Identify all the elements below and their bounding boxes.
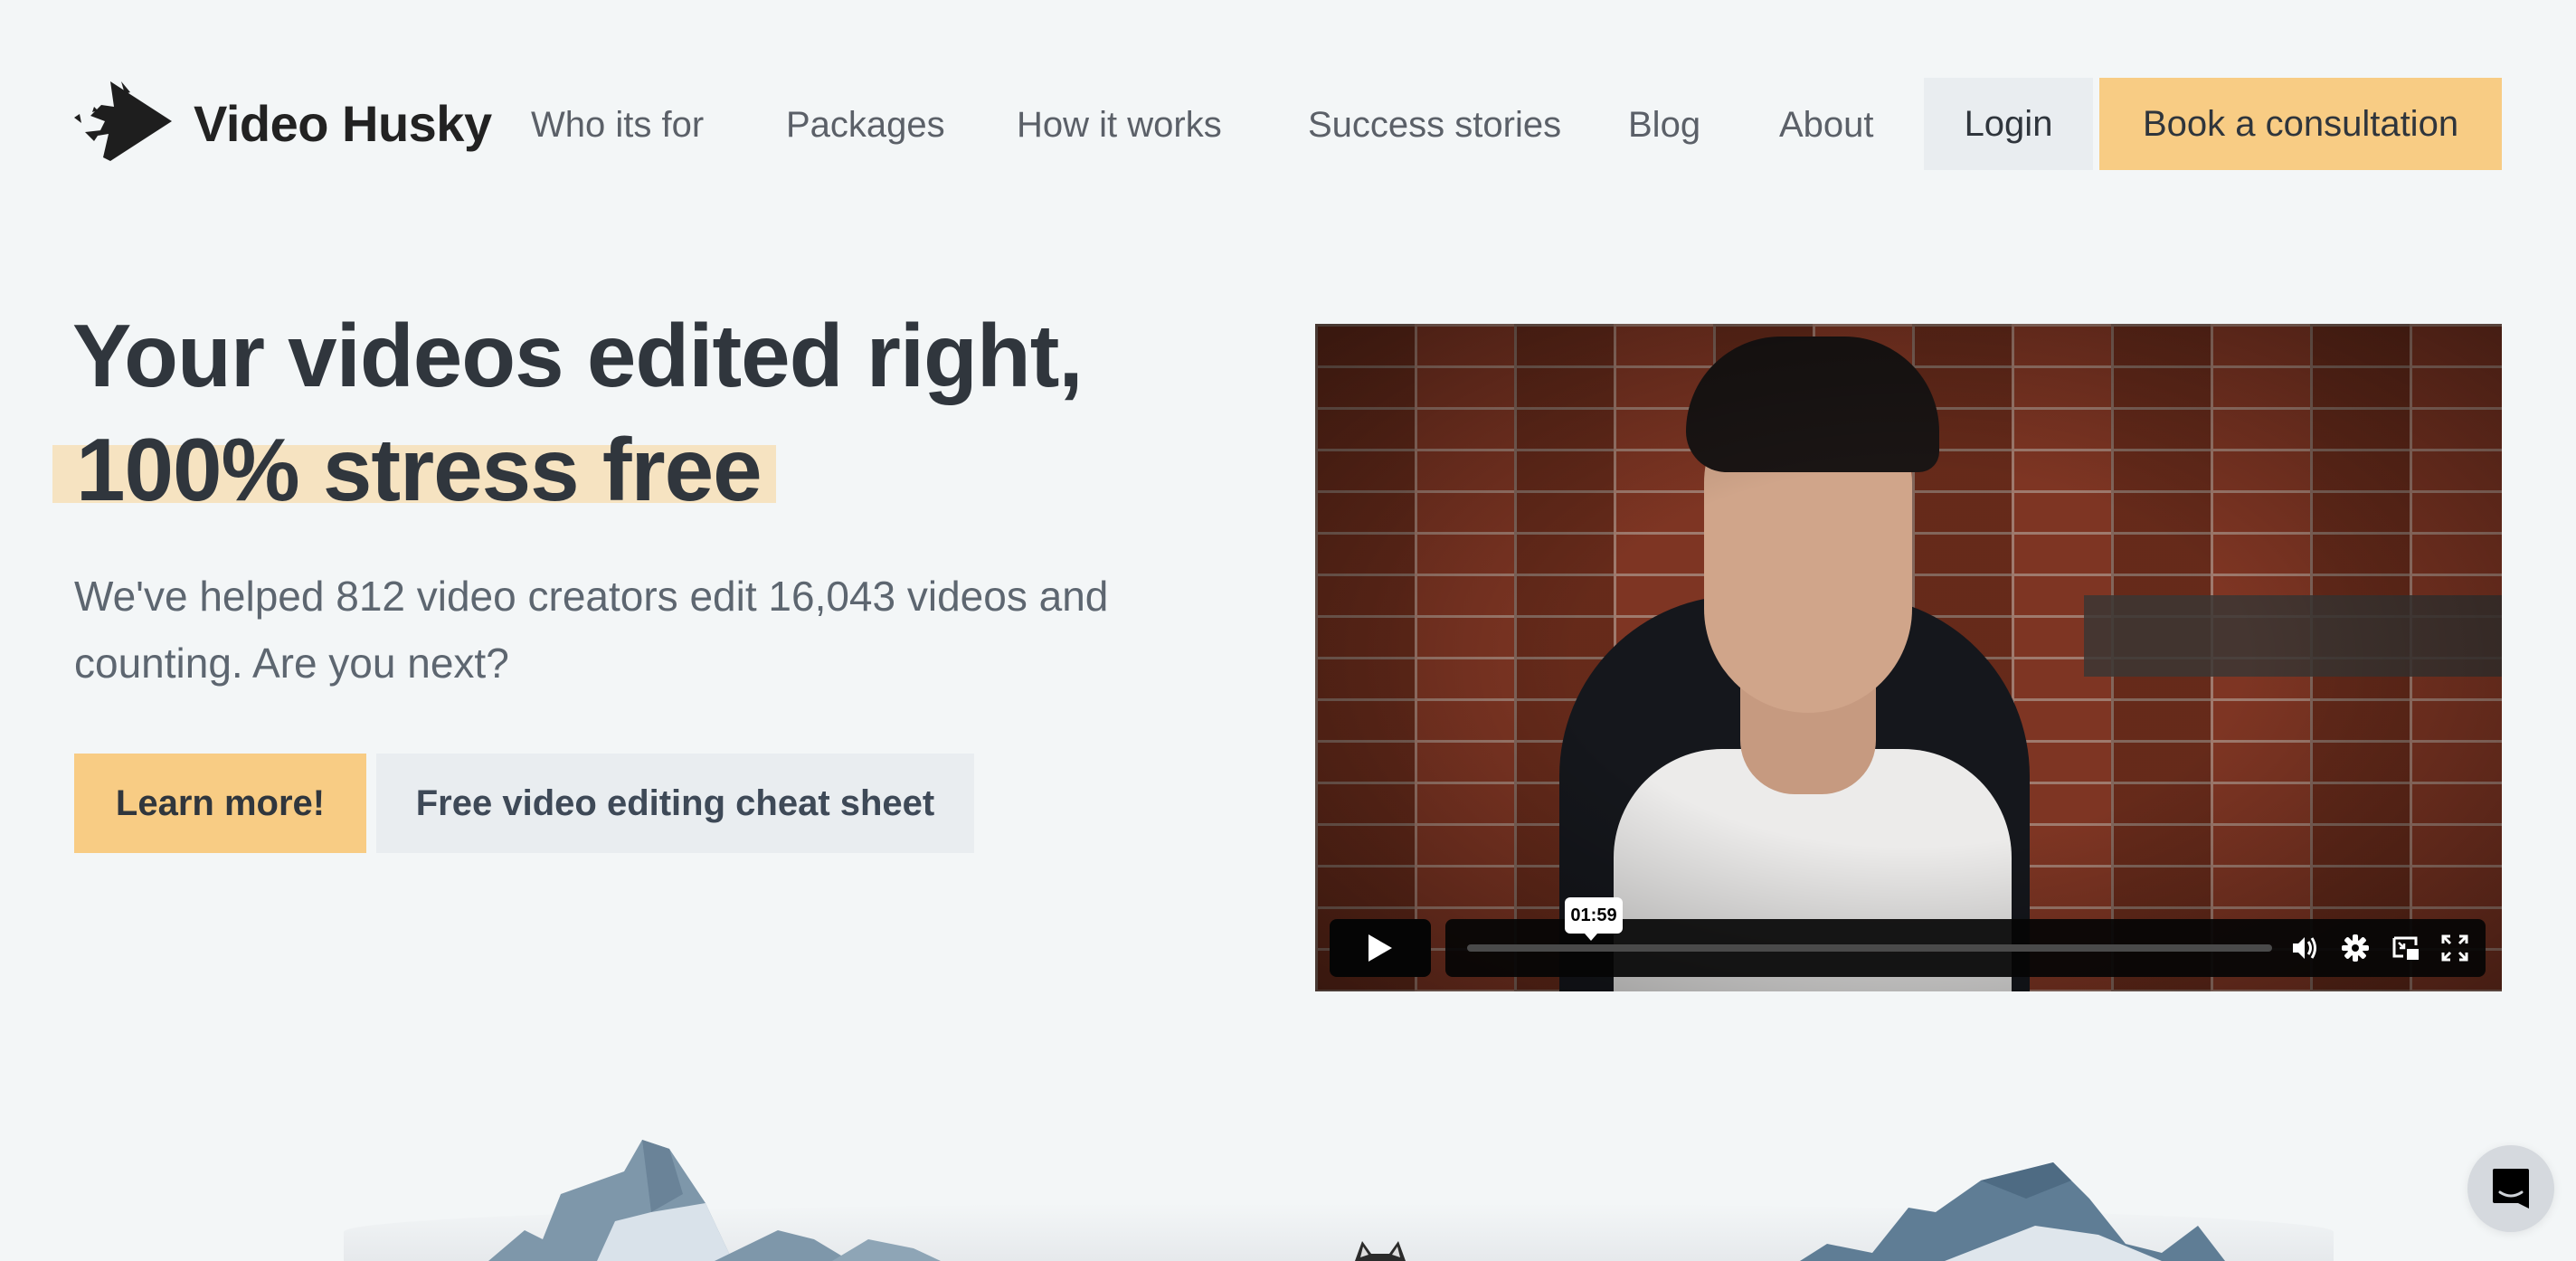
mountain-illustration — [0, 1113, 2576, 1261]
chat-smile-icon — [2493, 1169, 2529, 1209]
headline-line-2: 100% stress free — [52, 412, 1083, 526]
hero-subtext: We've helped 812 video creators edit 16,… — [74, 573, 1109, 687]
headline-highlight-text: 100% stress free — [76, 420, 762, 519]
progress-bar[interactable] — [1467, 944, 2272, 952]
nav-how-it-works[interactable]: How it works — [1017, 98, 1222, 152]
video-player[interactable]: 01:59 — [1315, 324, 2502, 991]
mountain-right-icon — [1800, 1162, 2225, 1261]
nav-who-its-for[interactable]: Who its for — [531, 98, 704, 152]
video-controls: 01:59 — [1315, 897, 2502, 991]
nav-blog[interactable]: Blog — [1628, 98, 1700, 152]
play-button[interactable] — [1330, 919, 1431, 977]
chat-launcher-button[interactable] — [2467, 1145, 2554, 1232]
book-consultation-button[interactable]: Book a consultation — [2099, 78, 2502, 170]
fullscreen-icon[interactable] — [2440, 934, 2469, 962]
learn-more-button[interactable]: Learn more! — [74, 754, 366, 853]
video-frame-vignette — [1315, 324, 2502, 991]
picture-in-picture-icon[interactable] — [2391, 934, 2420, 962]
hero-headline: Your videos edited right, 100% stress fr… — [52, 299, 1084, 526]
site-header: Video Husky Who its for Packages How it … — [0, 0, 2576, 208]
nav-packages[interactable]: Packages — [786, 98, 945, 152]
headline-line-1: Your videos edited right, — [72, 306, 1084, 405]
login-button[interactable]: Login — [1924, 78, 2093, 170]
nav-success-stories[interactable]: Success stories — [1308, 98, 1561, 152]
nav-about[interactable]: About — [1779, 98, 1874, 152]
husky-mascot-icon — [1355, 1241, 1406, 1261]
brand-name: Video Husky — [194, 94, 492, 152]
cheat-sheet-button[interactable]: Free video editing cheat sheet — [376, 754, 974, 853]
brand-logo[interactable]: Video Husky — [72, 80, 492, 166]
duration-tooltip: 01:59 — [1565, 897, 1623, 941]
volume-icon[interactable] — [2290, 934, 2319, 962]
control-bar: 01:59 — [1445, 897, 2486, 977]
mountain-left-icon — [488, 1140, 941, 1261]
play-icon — [1368, 934, 1392, 962]
husky-play-logo-icon — [72, 80, 174, 167]
gear-icon[interactable] — [2341, 934, 2370, 962]
